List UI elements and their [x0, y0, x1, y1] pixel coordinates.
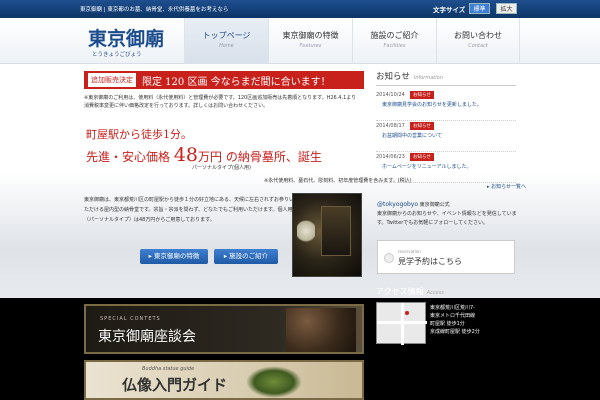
access-map[interactable] [376, 302, 427, 345]
facilities-button[interactable]: ▸ 施設のご紹介 [214, 249, 278, 264]
news-heading-en: Information [413, 75, 443, 81]
news-title: お知らせ Information [376, 70, 516, 86]
altar-shape [321, 206, 351, 256]
nav-label: 施設のご紹介 [370, 31, 419, 40]
promo-price-line: 先進・安心価格 48万円 の納骨墓所、誕生 [86, 144, 322, 166]
sale-note: ※東京御廟のご利用は、使用料（永代使用料）と管理費が必要です。120区画追加販売… [84, 94, 364, 110]
main-nav: トップページ Home 東京御廟の特徴 Features 施設のご紹介 Faci… [184, 18, 520, 64]
nav-item-features[interactable]: 東京御廟の特徴 Features [268, 18, 352, 64]
news-more-link[interactable]: ▸ お知らせ一覧へ [487, 183, 526, 190]
access-heading: アクセス情報 [376, 287, 424, 296]
access-heading-en: Access [426, 290, 444, 296]
reservation-icon [384, 253, 394, 263]
reservation-label-en: reservation [398, 249, 421, 254]
roundtable-label-en: SPECIAL CONTETS [100, 316, 161, 322]
news-badge: お知らせ [410, 91, 434, 99]
promo-price-prefix: 先進・安心価格 [86, 150, 171, 164]
top-bar: 東京御廟 | 東京都のお墓、納骨堂、永代供養墓をお考えなら 文字サイズ 標準 拡… [0, 0, 600, 18]
logo-text: 東京御廟 [88, 28, 165, 50]
font-size-label: 文字サイズ [433, 6, 466, 14]
twitter-section: @tokyogobyo 東京御廟公式 東京御廟からのお知らせや、イベント情報など… [377, 200, 517, 228]
map-pin-icon [405, 311, 409, 315]
buddha-guide-label-en: Buddha statue guide [142, 366, 195, 372]
site-header: 東京御廟 とうきょうごびょう トップページ Home 東京御廟の特徴 Featu… [0, 18, 600, 64]
altar-photo [292, 193, 362, 277]
flower-decoration [297, 218, 315, 244]
news-item[interactable]: 2014/08/17 お知らせ お盆期間中の営業について [376, 121, 516, 152]
news-link[interactable]: 東京御廟見学会のお知らせを更新しました。 [382, 101, 482, 108]
nav-item-facilities[interactable]: 施設のご紹介 Facilities [352, 18, 436, 64]
intro-text: 東京御廟は、東京都荒川区の町屋駅から徒歩１分の好立地にある、天候に左右されずお参… [84, 197, 295, 223]
buddha-guide-label: 仏像入門ガイド [122, 376, 228, 394]
limited-sale-banner[interactable]: 追加販売決定 限定 120 区画 今ならまだ間に合います！ [84, 71, 364, 89]
news-heading: お知らせ [376, 72, 410, 82]
access-line: 町屋駅 徒歩1分 [430, 321, 465, 327]
twitter-handle-suffix: 東京御廟公式 [418, 202, 450, 208]
nav-label: トップページ [202, 31, 251, 40]
news-date: 2014/08/17 [376, 123, 405, 129]
news-link[interactable]: お盆期間中の営業について [382, 132, 442, 139]
nav-item-contact[interactable]: お問い合わせ Contact [436, 18, 520, 64]
features-button[interactable]: ▸ 東京御廟の特徴 [140, 249, 208, 264]
access-title: アクセス情報 Access [376, 286, 444, 297]
nav-sublabel: Features [299, 43, 322, 49]
nav-sublabel: Home [219, 43, 234, 49]
promo-headline: 町屋駅から徒歩1分。 [86, 128, 192, 141]
news-badge: お知らせ [410, 122, 434, 130]
site-tagline: 東京御廟 | 東京都のお墓、納骨堂、永代供養墓をお考えなら [80, 7, 229, 13]
promo-price-unit: 万円 [198, 150, 223, 164]
reservation-label: 見学予約はこちら [398, 257, 462, 266]
news-link[interactable]: ホームページをリニューアルしました。 [382, 163, 472, 170]
twitter-text: 東京御廟からのお知らせや、イベント情報などを発信しています。Twitterでもお… [377, 211, 517, 226]
nav-item-home[interactable]: トップページ Home [184, 18, 268, 64]
promo-price-value: 48 [173, 144, 199, 166]
access-line: 京成線町屋駅 徒歩2分 [430, 329, 480, 335]
news-item[interactable]: 2014/06/23 お知らせ ホームページをリニューアルしました。 [376, 152, 516, 183]
promo-type: パーソナルタイプ(個人用) [192, 165, 251, 171]
access-details: 東京都荒川区荒川7- 東京メトロ千代田線 町屋駅 徒歩1分 京成線町屋駅 徒歩2… [430, 304, 520, 336]
access-line: 東京都荒川区荒川7- [430, 305, 475, 311]
sale-tag: 追加販売決定 [88, 73, 136, 87]
news-list: 2014/10/24 お知らせ 東京御廟見学会のお知らせを更新しました。 201… [376, 90, 516, 183]
nav-label: お問い合わせ [454, 31, 502, 40]
news-date: 2014/10/24 [376, 92, 405, 98]
monk-photo [286, 308, 356, 352]
sale-note-line2: 消費税率変更に伴い価格改定を行っております。詳しくはお問い合わせください。 [84, 103, 269, 109]
leaf-image [246, 366, 302, 398]
promo-price-suffix: の納骨墓所、誕生 [225, 150, 322, 164]
site-logo[interactable]: 東京御廟 とうきょうごびょう [88, 24, 174, 60]
buddha-guide-banner[interactable]: Buddha statue guide 仏像入門ガイド [84, 360, 364, 400]
news-section: お知らせ Information 2014/10/24 お知らせ 東京御廟見学会の… [376, 70, 516, 183]
nav-sublabel: Contact [468, 43, 488, 49]
roundtable-banner[interactable]: SPECIAL CONTETS 東京御廟座談会 [84, 304, 364, 354]
news-date: 2014/06/23 [376, 154, 405, 160]
sale-note-line1: ※東京御廟のご利用は、使用料（永代使用料）と管理費が必要です。120区画追加販売… [84, 95, 357, 101]
font-size-large-button[interactable]: 拡大 [496, 3, 517, 14]
sale-message: 限定 120 区画 今ならまだ間に合います！ [142, 76, 331, 88]
news-item[interactable]: 2014/10/24 お知らせ 東京御廟見学会のお知らせを更新しました。 [376, 90, 516, 121]
visit-reservation-button[interactable]: reservation 見学予約はこちら [377, 240, 515, 274]
logo-reading: とうきょうごびょう [92, 52, 142, 58]
access-line: 東京メトロ千代田線 [430, 313, 476, 319]
twitter-header: @tokyogobyo 東京御廟公式 [377, 200, 517, 210]
twitter-handle-link[interactable]: @tokyogobyo [377, 201, 418, 208]
map-road [401, 303, 404, 345]
font-size-normal-button[interactable]: 標準 [469, 3, 490, 14]
roundtable-label: 東京御廟座談会 [98, 329, 196, 345]
nav-label: 東京御廟の特徴 [282, 31, 339, 40]
nav-sublabel: Facilities [383, 43, 406, 49]
price-promo: 町屋駅から徒歩1分。 先進・安心価格 48万円 の納骨墓所、誕生 パーソナルタイ… [84, 126, 354, 172]
news-badge: お知らせ [410, 153, 434, 161]
